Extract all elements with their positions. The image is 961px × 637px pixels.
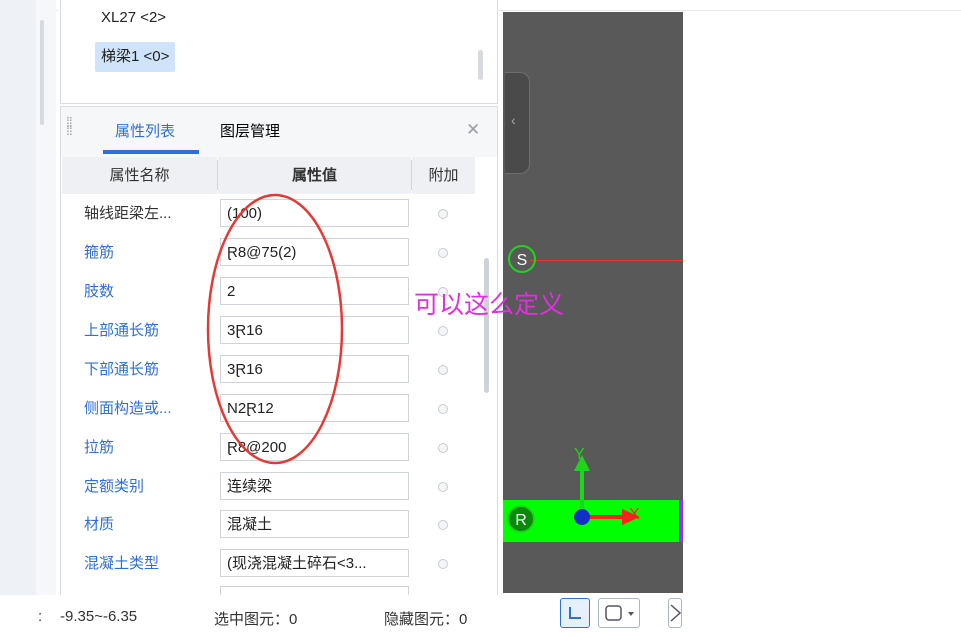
column-header-value[interactable]: 属性值 <box>218 157 411 194</box>
toolbar-overflow-icon <box>670 604 682 622</box>
row-name: 轴线距梁左... <box>84 205 172 222</box>
column-header-extra[interactable]: 附加 <box>412 157 475 194</box>
row-extra-checkbox[interactable] <box>438 559 448 569</box>
list-scrollbar[interactable] <box>478 50 483 80</box>
more-tools-button[interactable] <box>668 598 682 628</box>
row-value-input[interactable]: (现浇混凝土碎石<3... <box>220 549 409 577</box>
row-extra-checkbox[interactable] <box>438 520 448 530</box>
header-separator <box>411 160 412 190</box>
row-extra-checkbox[interactable] <box>438 209 448 219</box>
column-header-name[interactable]: 属性名称 <box>62 157 217 194</box>
selection-mode-dropdown[interactable] <box>598 598 640 628</box>
row-extra-checkbox[interactable] <box>438 482 448 492</box>
close-icon[interactable]: ✕ <box>466 120 480 140</box>
selected-count: 选中图元：0 <box>214 611 298 628</box>
row-name: 肢数 <box>84 283 115 300</box>
list-item-xl27[interactable]: XL27 <2> <box>95 3 172 33</box>
beam-edge <box>679 500 683 542</box>
row-name: 下部通长筋 <box>84 361 160 378</box>
axis-marker-r[interactable]: R <box>507 505 535 533</box>
list-item-tl1[interactable]: 梯梁1 <0> <box>95 42 176 72</box>
ortho-mode-button[interactable] <box>560 598 590 628</box>
header-separator <box>217 160 218 190</box>
annotation-text: 可以这么定义 <box>414 291 565 319</box>
grid-scrollbar[interactable] <box>484 258 489 393</box>
row-value-input[interactable]: 连续梁 <box>220 472 409 500</box>
row-name: 定额类别 <box>84 478 145 495</box>
origin-point <box>574 509 590 525</box>
axis-line-s <box>530 260 683 261</box>
highlight-ellipse <box>206 193 344 465</box>
row-extra-checkbox[interactable] <box>438 248 448 258</box>
row-value-input-partial <box>220 586 409 595</box>
tab-layers[interactable]: 图层管理 <box>220 122 280 142</box>
row-name: 材质 <box>84 516 115 533</box>
axis-marker-s[interactable]: S <box>508 245 536 273</box>
y-axis-label: Y <box>574 446 585 463</box>
coords-readout: -9.35~-6.35 <box>60 608 138 625</box>
active-tab-indicator <box>103 150 199 154</box>
row-extra-checkbox[interactable] <box>438 365 448 375</box>
row-value-input[interactable]: 混凝土 <box>220 510 409 538</box>
viewport-collapse-tab[interactable] <box>505 72 530 174</box>
ortho-icon <box>569 607 581 619</box>
row-name: 拉筋 <box>84 439 115 456</box>
row-extra-checkbox[interactable] <box>438 404 448 414</box>
row-name: 箍筋 <box>84 244 115 261</box>
row-name: 侧面构造或... <box>84 400 172 417</box>
row-extra-checkbox[interactable] <box>438 326 448 336</box>
hidden-count: 隐藏图元：0 <box>384 611 468 628</box>
select-frame-icon <box>605 605 634 621</box>
drag-handle-icon[interactable]: ⁞⁞ ⁞⁞ <box>66 115 73 137</box>
row-extra-checkbox[interactable] <box>438 443 448 453</box>
coords-prefix: : <box>38 608 43 625</box>
left-sidebar-inner <box>36 0 56 637</box>
tab-properties[interactable]: 属性列表 <box>115 122 175 142</box>
row-name: 上部通长筋 <box>84 322 160 339</box>
row-name: 混凝土类型 <box>84 555 160 572</box>
chevron-left-icon[interactable]: ‹ <box>511 112 516 128</box>
left-scrollbar[interactable] <box>40 20 44 125</box>
x-axis-label: X <box>629 506 640 523</box>
